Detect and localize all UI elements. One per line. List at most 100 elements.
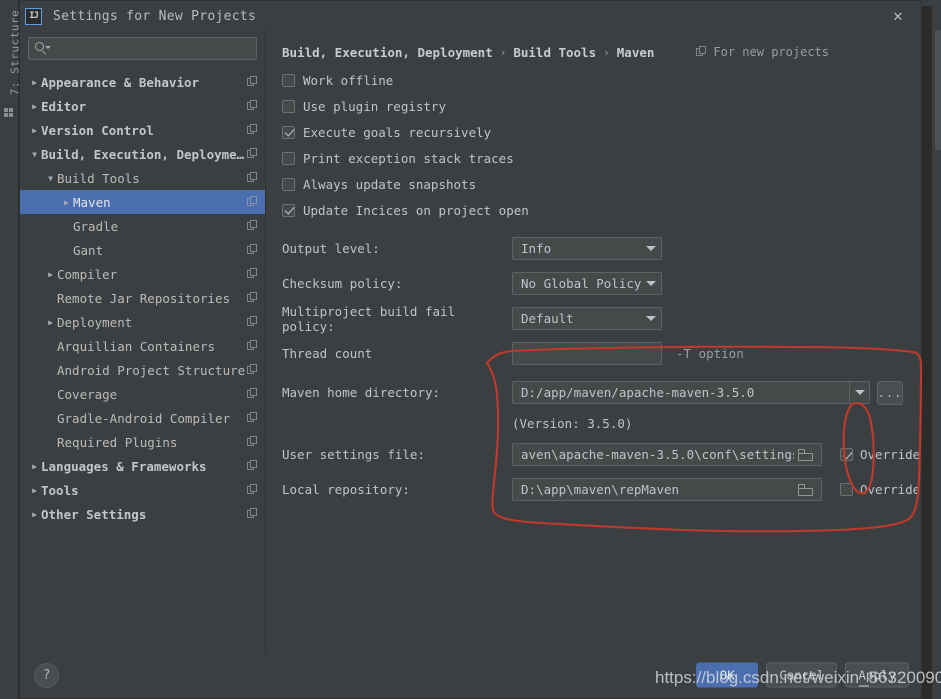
chevron-right-icon[interactable]: ▶ xyxy=(28,462,41,471)
copy-settings-icon[interactable] xyxy=(247,148,259,160)
sidebar-item-gradle-android-compiler[interactable]: Gradle-Android Compiler xyxy=(20,406,265,430)
checkbox-use-plugin-registry[interactable]: Use plugin registry xyxy=(282,93,921,119)
breadcrumb-separator: › xyxy=(603,46,610,59)
copy-settings-icon[interactable] xyxy=(247,316,259,328)
multiproject-fail-policy-select[interactable]: Default xyxy=(512,307,662,330)
copy-settings-icon[interactable] xyxy=(247,172,259,184)
copy-settings-icon[interactable] xyxy=(247,100,259,112)
search-input[interactable] xyxy=(52,42,250,56)
cancel-button[interactable]: Cancel xyxy=(766,663,837,688)
maven-home-browse-button[interactable]: ... xyxy=(877,381,903,405)
chevron-right-icon[interactable]: ▶ xyxy=(28,78,41,87)
checksum-policy-select[interactable]: No Global Policy xyxy=(512,272,662,295)
search-box[interactable] xyxy=(28,37,257,60)
local-repository-override-checkbox[interactable] xyxy=(840,483,853,496)
copy-settings-icon[interactable] xyxy=(247,460,259,472)
sidebar-item-label: Maven xyxy=(73,195,247,210)
intellij-logo-icon: IJ xyxy=(25,8,42,25)
checkbox-box[interactable] xyxy=(282,126,295,139)
copy-settings-icon[interactable] xyxy=(247,508,259,520)
maven-home-select[interactable]: D:/app/maven/apache-maven-3.5.0 xyxy=(512,381,870,404)
ok-button[interactable]: OK xyxy=(696,663,758,688)
checkbox-execute-goals-recursively[interactable]: Execute goals recursively xyxy=(282,119,921,145)
settings-tree[interactable]: ▶Appearance & Behavior▶Editor▶Version Co… xyxy=(20,68,265,652)
sidebar-item-remote-jar-repositories[interactable]: Remote Jar Repositories xyxy=(20,286,265,310)
sidebar-item-required-plugins[interactable]: Required Plugins xyxy=(20,430,265,454)
sidebar-item-label: Gradle xyxy=(73,219,247,234)
copy-settings-icon[interactable] xyxy=(247,268,259,280)
sidebar-item-languages-frameworks[interactable]: ▶Languages & Frameworks xyxy=(20,454,265,478)
user-settings-file-input[interactable]: aven\apache-maven-3.5.0\conf\settings.xm… xyxy=(512,443,822,466)
checkbox-always-update-snapshots[interactable]: Always update snapshots xyxy=(282,171,921,197)
copy-settings-icon[interactable] xyxy=(247,364,259,376)
editor-scrollbar[interactable] xyxy=(935,30,941,150)
copy-settings-icon[interactable] xyxy=(247,220,259,232)
sidebar-item-gant[interactable]: Gant xyxy=(20,238,265,262)
sidebar-item-version-control[interactable]: ▶Version Control xyxy=(20,118,265,142)
copy-settings-icon[interactable] xyxy=(247,244,259,256)
local-repository-input[interactable]: D:\app\maven\repMaven xyxy=(512,478,822,501)
thread-count-hint: -T option xyxy=(676,346,744,361)
dialog-footer: ? OK Cancel Apply xyxy=(20,652,921,698)
breadcrumb-item-0[interactable]: Build, Execution, Deployment xyxy=(282,45,493,60)
sidebar-item-tools[interactable]: ▶Tools xyxy=(20,478,265,502)
checkbox-label: Update Incices on project open xyxy=(303,203,529,218)
copy-settings-icon[interactable] xyxy=(247,484,259,496)
sidebar-item-android-project-structure[interactable]: Android Project Structure xyxy=(20,358,265,382)
sidebar-item-maven[interactable]: ▶Maven xyxy=(20,190,265,214)
sidebar-item-build-tools[interactable]: ▼Build Tools xyxy=(20,166,265,190)
chevron-right-icon[interactable]: ▶ xyxy=(44,270,57,279)
breadcrumb-item-2[interactable]: Maven xyxy=(617,45,655,60)
copy-settings-icon[interactable] xyxy=(247,76,259,88)
copy-settings-icon[interactable] xyxy=(696,46,708,58)
close-icon[interactable]: ✕ xyxy=(885,3,911,29)
thread-count-row: Thread count -T option xyxy=(282,336,921,371)
chevron-right-icon[interactable]: ▶ xyxy=(28,102,41,111)
checkbox-box[interactable] xyxy=(282,74,295,87)
checkbox-update-incices-on-project-open[interactable]: Update Incices on project open xyxy=(282,197,921,223)
checkbox-work-offline[interactable]: Work offline xyxy=(282,67,921,93)
apply-button[interactable]: Apply xyxy=(845,663,909,688)
sidebar-item-deployment[interactable]: ▶Deployment xyxy=(20,310,265,334)
checkbox-print-exception-stack-traces[interactable]: Print exception stack traces xyxy=(282,145,921,171)
sidebar-item-editor[interactable]: ▶Editor xyxy=(20,94,265,118)
sidebar-item-label: Remote Jar Repositories xyxy=(57,291,247,306)
search-wrapper xyxy=(20,31,265,68)
folder-icon[interactable] xyxy=(798,449,813,461)
user-settings-override-checkbox[interactable] xyxy=(840,448,853,461)
chevron-right-icon[interactable]: ▶ xyxy=(28,486,41,495)
copy-settings-icon[interactable] xyxy=(247,412,259,424)
checkbox-box[interactable] xyxy=(282,152,295,165)
output-level-select[interactable]: Info xyxy=(512,237,662,260)
copy-settings-icon[interactable] xyxy=(247,340,259,352)
copy-settings-icon[interactable] xyxy=(247,196,259,208)
sidebar-item-build-execution-deployment[interactable]: ▼Build, Execution, Deployment xyxy=(20,142,265,166)
copy-settings-icon[interactable] xyxy=(247,388,259,400)
sidebar-item-gradle[interactable]: Gradle xyxy=(20,214,265,238)
checkbox-box[interactable] xyxy=(282,204,295,217)
chevron-right-icon[interactable]: ▶ xyxy=(28,126,41,135)
checkbox-box[interactable] xyxy=(282,100,295,113)
help-button[interactable]: ? xyxy=(34,663,59,688)
sidebar-item-compiler[interactable]: ▶Compiler xyxy=(20,262,265,286)
sidebar-item-appearance-behavior[interactable]: ▶Appearance & Behavior xyxy=(20,70,265,94)
user-settings-override[interactable]: Override xyxy=(840,447,920,462)
copy-settings-icon[interactable] xyxy=(247,292,259,304)
sidebar-item-arquillian-containers[interactable]: Arquillian Containers xyxy=(20,334,265,358)
chevron-down-icon[interactable]: ▼ xyxy=(28,150,41,159)
copy-settings-icon[interactable] xyxy=(247,436,259,448)
sidebar-item-other-settings[interactable]: ▶Other Settings xyxy=(20,502,265,526)
breadcrumb-item-1[interactable]: Build Tools xyxy=(513,45,596,60)
chevron-right-icon[interactable]: ▶ xyxy=(60,198,73,207)
chevron-down-icon[interactable]: ▼ xyxy=(44,174,57,183)
thread-count-input[interactable] xyxy=(512,342,662,365)
folder-icon[interactable] xyxy=(798,484,813,496)
user-settings-file-row: User settings file: aven\apache-maven-3.… xyxy=(282,437,921,472)
sidebar-item-label: Required Plugins xyxy=(57,435,247,450)
local-repository-override[interactable]: Override xyxy=(840,482,920,497)
chevron-right-icon[interactable]: ▶ xyxy=(44,318,57,327)
sidebar-item-coverage[interactable]: Coverage xyxy=(20,382,265,406)
checkbox-box[interactable] xyxy=(282,178,295,191)
chevron-right-icon[interactable]: ▶ xyxy=(28,510,41,519)
copy-settings-icon[interactable] xyxy=(247,124,259,136)
